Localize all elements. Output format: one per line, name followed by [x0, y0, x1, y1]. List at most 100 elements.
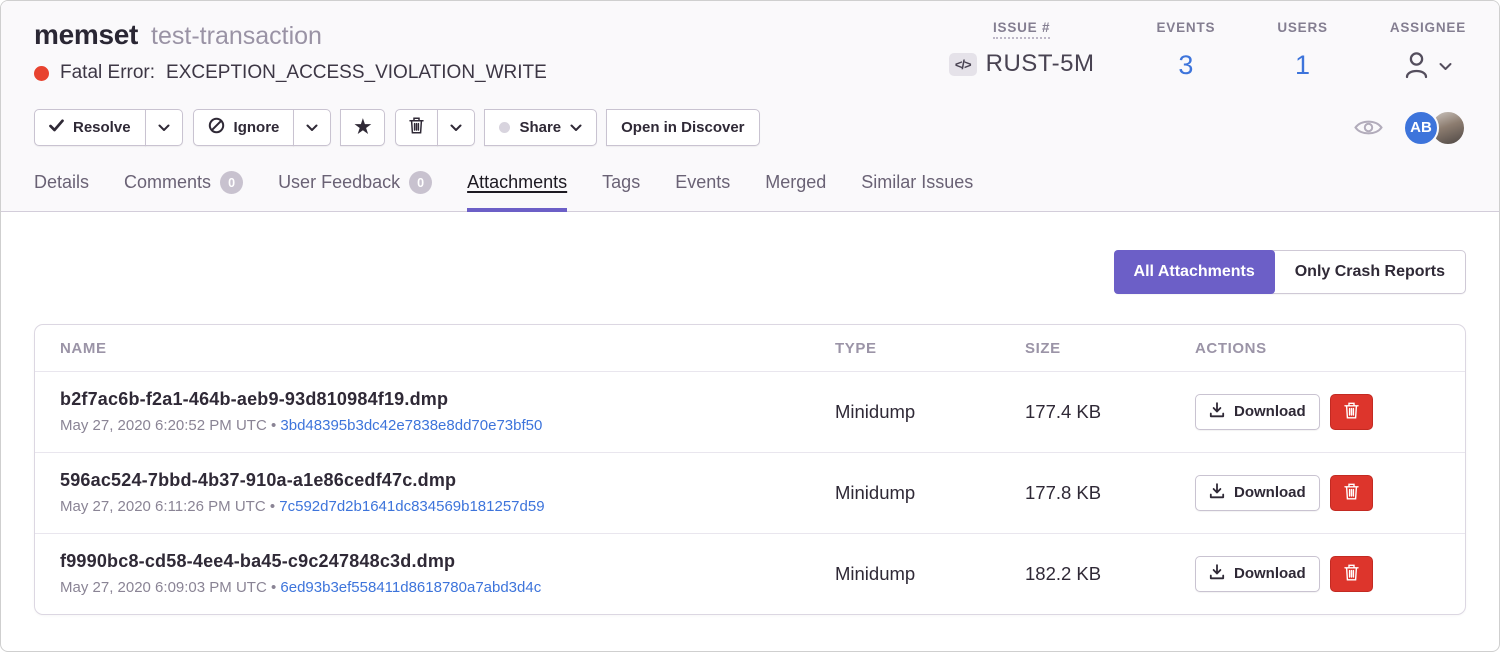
event-id-link[interactable]: 3bd48395b3dc42e7838e8dd70e73bf50: [280, 417, 542, 434]
resolve-label: Resolve: [73, 119, 131, 136]
chevron-down-icon: [570, 119, 582, 136]
check-icon: [49, 119, 64, 136]
bookmark-star-button[interactable]: ★: [340, 109, 385, 146]
download-button[interactable]: Download: [1195, 556, 1320, 592]
stat-events: EVENTS 3: [1156, 19, 1215, 84]
person-icon: [1403, 50, 1430, 84]
tab-comments[interactable]: Comments 0: [124, 171, 243, 211]
name-cell: b2f7ac6b-f2a1-464b-aeb9-93d810984f19.dmp…: [60, 389, 835, 434]
attachment-row: 596ac524-7bbd-4b37-910a-a1e86cedf47c.dmp…: [35, 452, 1465, 533]
attachment-filename: 596ac524-7bbd-4b37-910a-a1e86cedf47c.dmp: [60, 470, 835, 491]
action-toolbar: Resolve Ignore ★: [34, 109, 1466, 146]
star-icon: ★: [354, 118, 371, 137]
page-subtitle: test-transaction: [151, 22, 322, 51]
error-label: Fatal Error:: [60, 62, 155, 84]
column-header-name: NAME: [60, 340, 835, 357]
tabs: Details Comments 0 User Feedback 0 Attac…: [34, 171, 1466, 211]
trash-icon: [409, 117, 424, 138]
chevron-down-icon: [158, 119, 170, 136]
users-label: USERS: [1277, 20, 1328, 35]
attachments-table: NAME TYPE SIZE ACTIONS b2f7ac6b-f2a1-464…: [34, 324, 1466, 615]
attachment-type: Minidump: [835, 482, 1025, 504]
filter-all-attachments-button[interactable]: All Attachments: [1114, 250, 1275, 294]
table-header: NAME TYPE SIZE ACTIONS: [35, 325, 1465, 371]
meta-separator: •: [271, 579, 276, 596]
delete-issue-button[interactable]: [395, 109, 438, 146]
tab-details[interactable]: Details: [34, 171, 89, 211]
tab-count-badge: 0: [220, 171, 243, 194]
avatar[interactable]: AB: [1403, 110, 1439, 146]
issue-header: memset test-transaction Fatal Error: EXC…: [1, 1, 1499, 212]
chevron-down-icon: [1439, 58, 1452, 76]
delete-attachment-button[interactable]: [1330, 394, 1373, 430]
issue-number-label: ISSUE #: [993, 20, 1050, 39]
download-button[interactable]: Download: [1195, 394, 1320, 430]
delete-attachment-button[interactable]: [1330, 475, 1373, 511]
attachment-row: b2f7ac6b-f2a1-464b-aeb9-93d810984f19.dmp…: [35, 371, 1465, 452]
tab-user-feedback[interactable]: User Feedback 0: [278, 171, 432, 211]
attachment-filename: f9990bc8-cd58-4ee4-ba45-c9c247848c3d.dmp: [60, 551, 835, 572]
tab-merged[interactable]: Merged: [765, 171, 826, 211]
participant-avatars: AB: [1403, 110, 1466, 146]
issue-number-value: RUST-5M: [986, 50, 1095, 78]
chevron-down-icon: [450, 119, 462, 136]
attachments-content: All Attachments Only Crash Reports NAME …: [1, 212, 1499, 615]
share-label: Share: [519, 119, 561, 136]
attachment-timestamp: May 27, 2020 6:09:03 PM UTC: [60, 579, 267, 596]
attachment-size: 177.8 KB: [1025, 482, 1195, 504]
issue-page: memset test-transaction Fatal Error: EXC…: [0, 0, 1500, 652]
trash-icon: [1344, 402, 1359, 422]
resolve-dropdown-button[interactable]: [145, 109, 183, 146]
assignee-label: ASSIGNEE: [1390, 20, 1466, 35]
tab-similar-issues[interactable]: Similar Issues: [861, 171, 973, 211]
open-in-discover-button[interactable]: Open in Discover: [606, 109, 759, 146]
users-count[interactable]: 1: [1295, 50, 1310, 81]
share-button[interactable]: Share: [484, 109, 597, 146]
download-icon: [1209, 564, 1225, 584]
attachment-size: 177.4 KB: [1025, 401, 1195, 423]
error-value: EXCEPTION_ACCESS_VIOLATION_WRITE: [166, 62, 547, 84]
download-icon: [1209, 402, 1225, 422]
eye-icon[interactable]: [1354, 118, 1383, 137]
error-level-dot: [34, 66, 49, 81]
tab-events[interactable]: Events: [675, 171, 730, 211]
issue-stats: ISSUE # </> RUST-5M EVENTS 3 USERS 1 ASS…: [887, 19, 1466, 84]
mute-icon: [208, 117, 225, 138]
page-title: memset: [34, 19, 138, 51]
chevron-down-icon: [306, 119, 318, 136]
column-header-size: SIZE: [1025, 340, 1195, 357]
delete-dropdown-button[interactable]: [437, 109, 475, 146]
download-button[interactable]: Download: [1195, 475, 1320, 511]
ignore-label: Ignore: [234, 119, 280, 136]
tab-count-badge: 0: [409, 171, 432, 194]
column-header-actions: ACTIONS: [1195, 340, 1445, 357]
code-icon: </>: [949, 53, 977, 76]
event-id-link[interactable]: 6ed93b3ef558411d8618780a7abd3d4c: [280, 579, 541, 596]
filter-only-crash-reports-button[interactable]: Only Crash Reports: [1275, 251, 1465, 293]
event-id-link[interactable]: 7c592d7d2b1641dc834569b181257d59: [279, 498, 544, 515]
tab-attachments[interactable]: Attachments: [467, 171, 567, 211]
trash-icon: [1344, 483, 1359, 503]
stat-issue-number: ISSUE # </> RUST-5M: [949, 19, 1095, 84]
meta-separator: •: [270, 498, 275, 515]
ignore-button[interactable]: Ignore: [193, 109, 295, 146]
table-body: b2f7ac6b-f2a1-464b-aeb9-93d810984f19.dmp…: [35, 371, 1465, 614]
ignore-dropdown-button[interactable]: [293, 109, 331, 146]
attachment-row: f9990bc8-cd58-4ee4-ba45-c9c247848c3d.dmp…: [35, 533, 1465, 614]
events-label: EVENTS: [1156, 20, 1215, 35]
name-cell: f9990bc8-cd58-4ee4-ba45-c9c247848c3d.dmp…: [60, 551, 835, 596]
meta-separator: •: [271, 417, 276, 434]
events-count[interactable]: 3: [1178, 50, 1193, 81]
download-icon: [1209, 483, 1225, 503]
resolve-button[interactable]: Resolve: [34, 109, 146, 146]
delete-attachment-button[interactable]: [1330, 556, 1373, 592]
attachments-filter-toggle: All Attachments Only Crash Reports: [1114, 250, 1466, 294]
tab-tags[interactable]: Tags: [602, 171, 640, 211]
attachment-timestamp: May 27, 2020 6:11:26 PM UTC: [60, 498, 266, 515]
attachment-filename: b2f7ac6b-f2a1-464b-aeb9-93d810984f19.dmp: [60, 389, 835, 410]
attachment-type: Minidump: [835, 563, 1025, 585]
share-status-dot-icon: [499, 122, 510, 133]
stat-assignee: ASSIGNEE: [1390, 19, 1466, 84]
column-header-type: TYPE: [835, 340, 1025, 357]
assignee-selector[interactable]: [1390, 50, 1466, 84]
